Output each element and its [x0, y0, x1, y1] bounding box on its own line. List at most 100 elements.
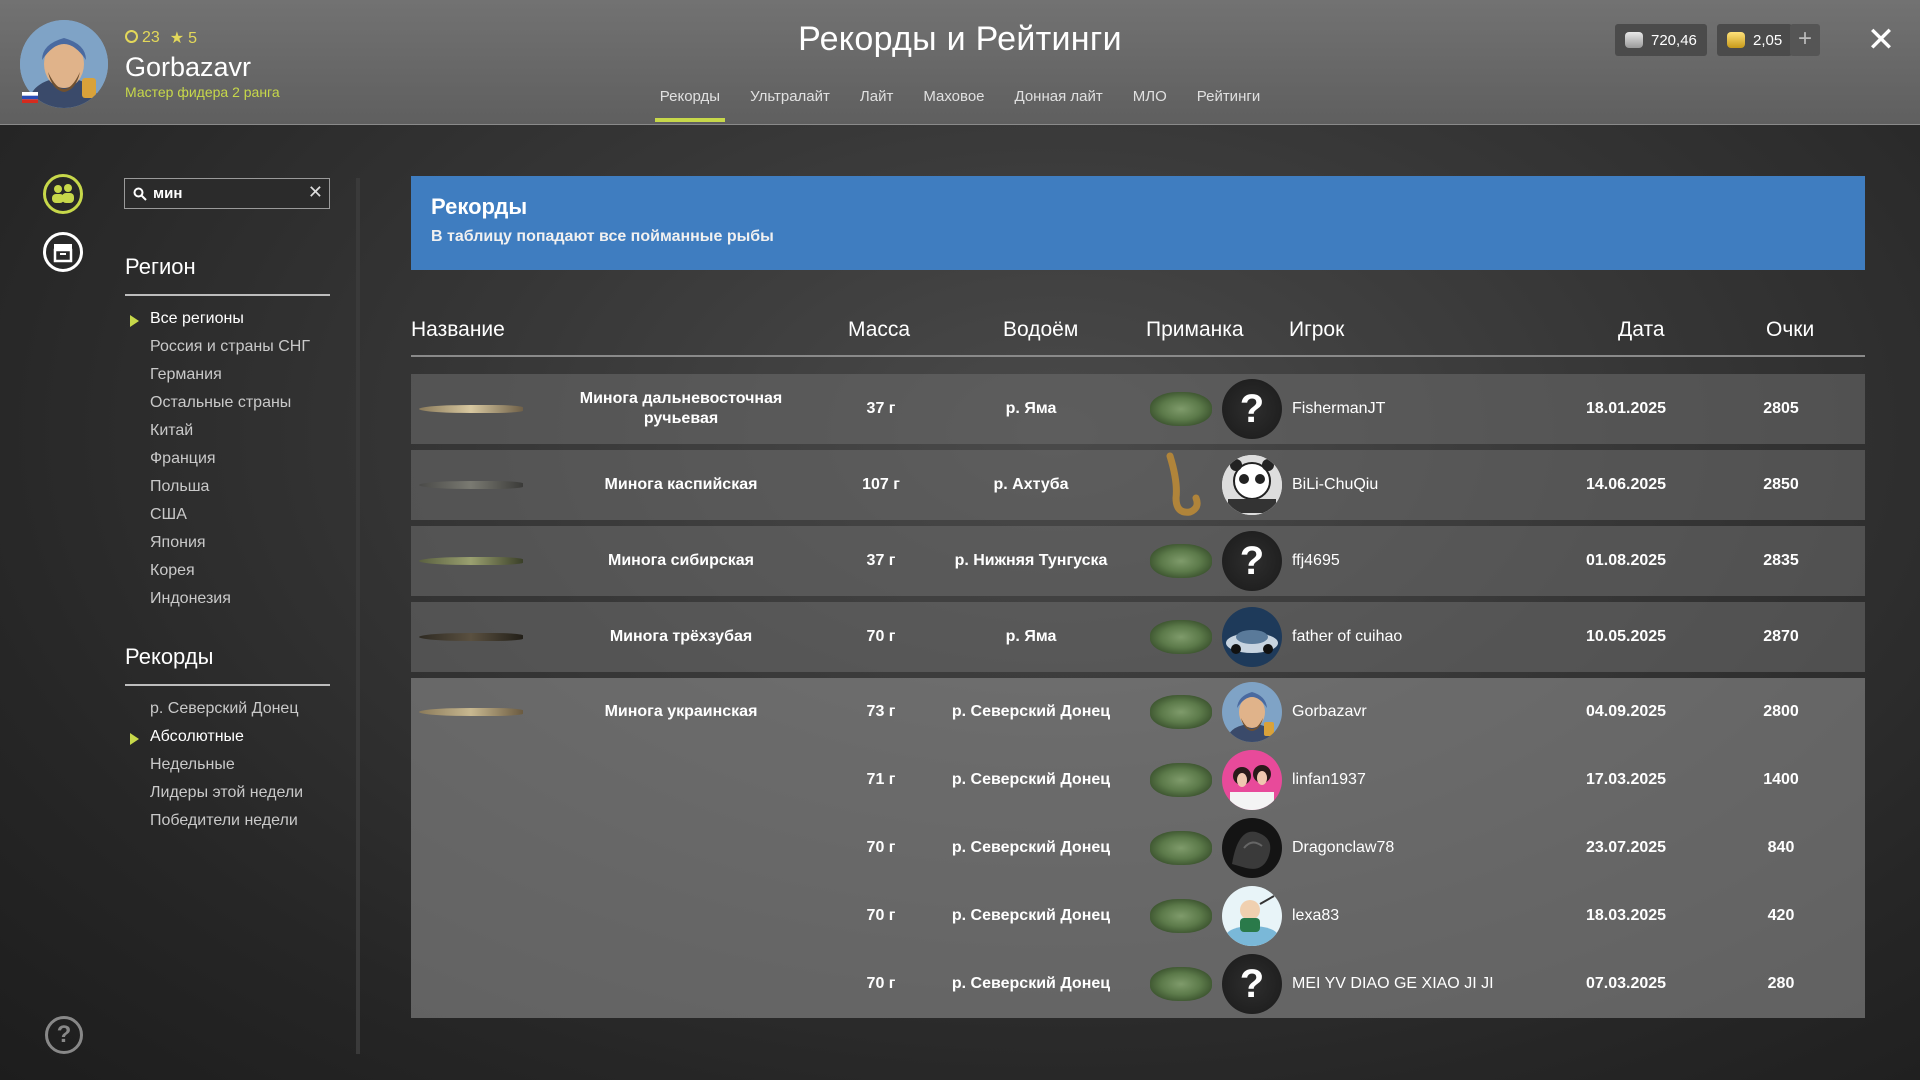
records-item[interactable]: Победители недели: [150, 812, 303, 840]
fish-mass: 70 г: [866, 628, 896, 645]
records-item[interactable]: р. Северский Донец: [150, 700, 303, 728]
search-icon: [133, 187, 147, 201]
catch-date: 18.03.2025: [1585, 907, 1667, 924]
close-button[interactable]: ✕: [1865, 20, 1897, 60]
player-name[interactable]: lexa83: [1292, 882, 1532, 950]
region-item[interactable]: Япония: [150, 534, 310, 562]
region-divider: [125, 294, 330, 296]
friends-icon[interactable]: [43, 174, 83, 214]
tab-records[interactable]: Рекорды: [645, 88, 735, 122]
inventory-icon[interactable]: [43, 232, 83, 272]
water-body: р. Северский Донец: [951, 907, 1111, 924]
region-list: Все регионы Россия и страны СНГ Германия…: [130, 310, 310, 618]
score: 2805: [1763, 400, 1799, 417]
region-item[interactable]: Индонезия: [150, 590, 310, 618]
tab-mlo[interactable]: МЛО: [1118, 88, 1182, 122]
records-item[interactable]: Лидеры этой недели: [150, 784, 303, 812]
fish-mass: 70 г: [866, 907, 896, 924]
score: 280: [1767, 975, 1795, 992]
grass-bait-icon: [1146, 374, 1216, 444]
tab-ratings[interactable]: Рейтинги: [1182, 88, 1275, 122]
table-row[interactable]: Минога сибирская 37 г р. Нижняя Тунгуска…: [411, 526, 1865, 596]
col-water[interactable]: Водоём: [1003, 318, 1078, 342]
player-name[interactable]: FishermanJT: [1292, 374, 1532, 444]
col-bait[interactable]: Приманка: [1146, 318, 1244, 342]
region-item[interactable]: Германия: [150, 366, 310, 394]
col-score[interactable]: Очки: [1766, 318, 1814, 342]
grass-bait-icon: [1146, 882, 1216, 950]
water-body: р. Яма: [1005, 628, 1057, 645]
table-row[interactable]: Минога трёхзубая 70 г р. Яма father of c…: [411, 602, 1865, 672]
tab-bottom-light[interactable]: Донная лайт: [1000, 88, 1118, 122]
banner-title: Рекорды: [431, 194, 528, 219]
catch-date: 04.09.2025: [1585, 703, 1667, 720]
score: 1400: [1763, 771, 1799, 788]
player-avatar[interactable]: [1222, 882, 1282, 950]
table-header: Название Масса Водоём Приманка Игрок Дат…: [411, 312, 1865, 357]
region-item[interactable]: Корея: [150, 562, 310, 590]
region-item[interactable]: Россия и страны СНГ: [150, 338, 310, 366]
records-divider: [125, 684, 330, 686]
highlighted-group[interactable]: Минога украинская 73 г р. Северский Доне…: [411, 678, 1865, 1018]
region-item[interactable]: Остальные страны: [150, 394, 310, 422]
player-avatar[interactable]: [1222, 746, 1282, 814]
water-body: р. Северский Донец: [951, 771, 1111, 788]
player-avatar[interactable]: [1222, 602, 1282, 672]
player-name[interactable]: father of cuihao: [1292, 602, 1532, 672]
col-date[interactable]: Дата: [1618, 318, 1665, 342]
col-mass[interactable]: Масса: [848, 318, 910, 342]
add-currency-button[interactable]: +: [1790, 24, 1820, 56]
player-avatar[interactable]: ?: [1222, 526, 1282, 596]
region-item[interactable]: США: [150, 506, 310, 534]
region-item[interactable]: Франция: [150, 450, 310, 478]
grass-bait-icon: [1146, 526, 1216, 596]
water-body: р. Ахтуба: [993, 476, 1069, 493]
player-avatar[interactable]: [1222, 814, 1282, 882]
player-avatar[interactable]: [1222, 678, 1282, 746]
clear-search-icon[interactable]: ✕: [308, 182, 323, 203]
top-bar: 23 ★ 5 Gorbazavr Мастер фидера 2 ранга Ре…: [0, 0, 1920, 125]
col-name[interactable]: Название: [411, 318, 505, 342]
gold-coin-icon: [1727, 32, 1745, 48]
help-icon[interactable]: ?: [45, 1016, 83, 1054]
player-avatar[interactable]: [1222, 450, 1282, 520]
question-mark-icon: ?: [1222, 379, 1282, 439]
fish-image: [411, 526, 531, 596]
tab-light[interactable]: Лайт: [845, 88, 908, 122]
cartoon-avatar-icon: [1222, 886, 1282, 946]
table-row[interactable]: Минога дальневосточная ручьевая 37 г р. …: [411, 374, 1865, 444]
fish-mass: 37 г: [866, 400, 896, 417]
player-name[interactable]: Gorbazavr: [1292, 678, 1532, 746]
grass-bait-icon: [1146, 950, 1216, 1018]
tab-bar: Рекорды Ультралайт Лайт Маховое Донная л…: [0, 88, 1920, 122]
panda-avatar-icon: [1222, 455, 1282, 515]
search-input[interactable]: [153, 185, 293, 202]
player-name[interactable]: linfan1937: [1292, 746, 1532, 814]
catch-date: 17.03.2025: [1585, 771, 1667, 788]
worm-lure-icon: [1146, 450, 1216, 520]
fish-mass: 70 г: [866, 975, 896, 992]
tab-float[interactable]: Маховое: [908, 88, 999, 122]
question-mark-icon: ?: [1222, 954, 1282, 1014]
water-body: р. Северский Донец: [951, 703, 1111, 720]
fish-image: [411, 602, 531, 672]
records-item[interactable]: Абсолютные: [129, 728, 303, 756]
tab-ultralight[interactable]: Ультралайт: [735, 88, 845, 122]
records-title: Рекорды: [125, 644, 214, 669]
player-name[interactable]: BiLi-ChuQiu: [1292, 450, 1532, 520]
player-avatar[interactable]: ?: [1222, 950, 1282, 1018]
dark-avatar-icon: [1222, 818, 1282, 878]
region-item[interactable]: Польша: [150, 478, 310, 506]
search-field[interactable]: ✕: [124, 178, 330, 209]
records-item[interactable]: Недельные: [150, 756, 303, 784]
player-avatar[interactable]: ?: [1222, 374, 1282, 444]
player-name[interactable]: Dragonclaw78: [1292, 814, 1532, 882]
player-name[interactable]: ffj4695: [1292, 526, 1532, 596]
col-player[interactable]: Игрок: [1289, 318, 1344, 342]
region-item[interactable]: Китай: [150, 422, 310, 450]
region-item[interactable]: Все регионы: [130, 310, 310, 338]
table-row[interactable]: Минога каспийская 107 г р. Ахтуба BiLi-C…: [411, 450, 1865, 520]
water-body: р. Нижняя Тунгуска: [954, 552, 1108, 569]
score: 2800: [1763, 703, 1799, 720]
player-name[interactable]: MEI YV DIAO GE XIAO JI JI: [1292, 950, 1532, 1018]
